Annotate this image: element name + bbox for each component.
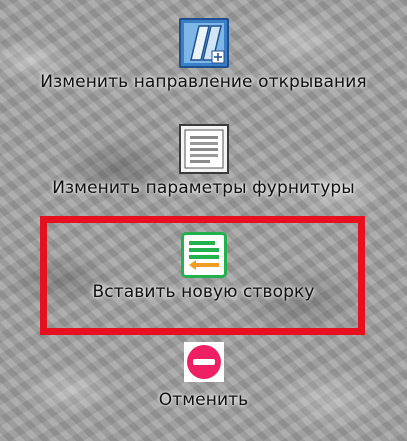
change-fittings-parameters-button[interactable]: Изменить параметры фурнитуры <box>0 124 407 198</box>
change-opening-direction-button[interactable]: Изменить направление открывания <box>0 18 407 92</box>
cancel-icon <box>180 338 228 386</box>
cancel-button[interactable]: Отменить <box>0 338 407 410</box>
change-opening-direction-label: Изменить направление открывания <box>40 72 367 92</box>
document-lines-icon <box>178 124 229 174</box>
cancel-label: Отменить <box>158 390 249 410</box>
highlight-frame <box>40 216 365 335</box>
change-fittings-parameters-label: Изменить параметры фурнитуры <box>52 178 355 198</box>
window-sash-icon <box>178 18 229 68</box>
